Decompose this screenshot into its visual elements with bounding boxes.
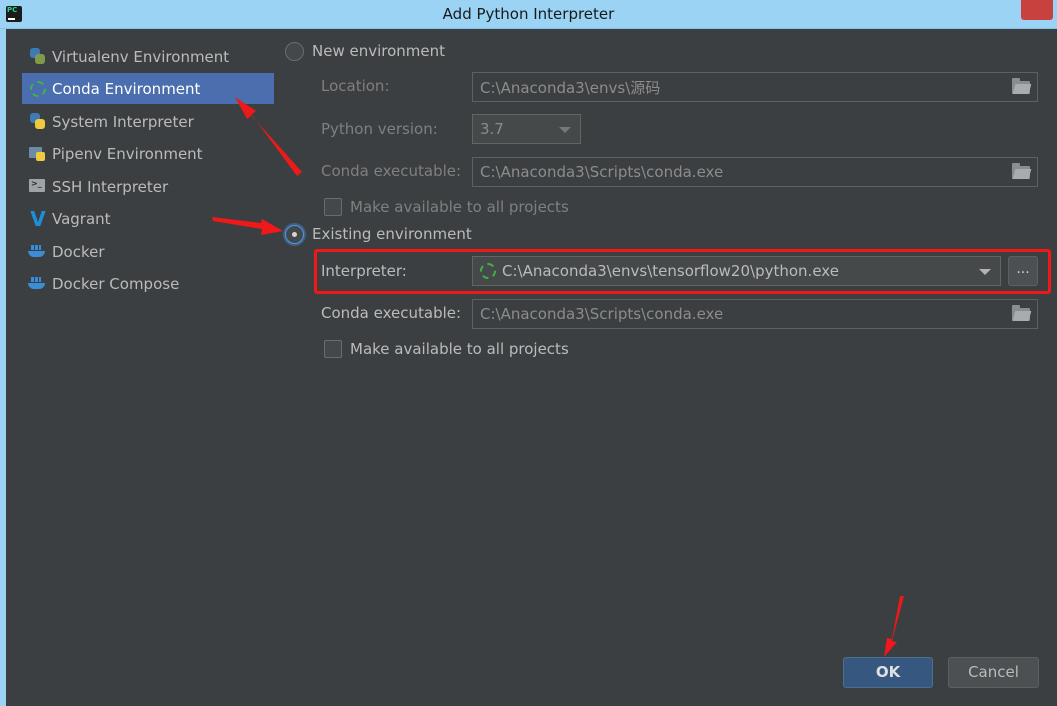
sidebar-item-label: Docker Compose (52, 274, 180, 293)
location-field[interactable]: C:\Anaconda3\envs\源码 (472, 72, 1038, 102)
make-available-checkbox[interactable] (324, 340, 342, 358)
folder-icon[interactable] (1012, 78, 1030, 94)
sidebar-item-system-interpreter[interactable]: System Interpreter (22, 106, 274, 137)
python-icon (28, 112, 48, 132)
sidebar-item-docker[interactable]: Docker (22, 236, 274, 267)
interpreter-type-list: Virtualenv Environment Conda Environment… (6, 29, 276, 706)
cancel-button[interactable]: Cancel (948, 657, 1039, 688)
sidebar-item-label: Vagrant (52, 209, 111, 228)
interpreter-label: Interpreter: (321, 262, 407, 280)
existing-environment-label: Existing environment (312, 225, 472, 243)
window-title: Add Python Interpreter (442, 5, 615, 23)
title-bar: Add Python Interpreter (0, 0, 1057, 29)
sidebar-item-virtualenv[interactable]: Virtualenv Environment (22, 41, 274, 72)
folder-icon[interactable] (1012, 305, 1030, 321)
pipenv-icon (28, 144, 48, 164)
new-environment-label: New environment (312, 42, 446, 60)
sidebar-item-vagrant[interactable]: V Vagrant (22, 203, 274, 234)
conda-icon (480, 263, 496, 279)
sidebar-item-label: Pipenv Environment (52, 144, 203, 163)
interpreter-value: C:\Anaconda3\envs\tensorflow20\python.ex… (502, 262, 839, 280)
new-environment-radio[interactable] (285, 42, 304, 61)
conda-executable-value: C:\Anaconda3\Scripts\conda.exe (480, 163, 724, 181)
sidebar-item-conda[interactable]: Conda Environment (22, 73, 274, 104)
existing-environment-radio[interactable] (285, 225, 304, 244)
folder-icon[interactable] (1012, 163, 1030, 179)
location-label: Location: (321, 77, 390, 95)
docker-icon (28, 242, 48, 262)
chevron-down-icon (559, 127, 571, 133)
conda-executable-value: C:\Anaconda3\Scripts\conda.exe (480, 305, 724, 323)
conda-executable-field[interactable]: C:\Anaconda3\Scripts\conda.exe (472, 157, 1038, 187)
browse-interpreter-button[interactable]: ... (1008, 256, 1038, 286)
sidebar-item-ssh[interactable]: SSH Interpreter (22, 171, 274, 202)
sidebar-item-label: Virtualenv Environment (52, 47, 230, 66)
sidebar-item-pipenv[interactable]: Pipenv Environment (22, 138, 274, 169)
interpreter-settings-panel: New environment Location: C:\Anaconda3\e… (276, 29, 1057, 706)
location-value: C:\Anaconda3\envs\源码 (480, 78, 661, 97)
make-available-label: Make available to all projects (350, 340, 569, 358)
python-version-select[interactable]: 3.7 (472, 114, 581, 144)
conda-executable-label: Conda executable: (321, 304, 462, 322)
sidebar-item-docker-compose[interactable]: Docker Compose (22, 268, 274, 299)
sidebar-item-label: Conda Environment (52, 79, 201, 98)
python-version-label: Python version: (321, 120, 438, 138)
vagrant-icon: V (30, 206, 46, 231)
sidebar-item-label: System Interpreter (52, 112, 194, 131)
window-close-button[interactable] (1021, 0, 1053, 20)
conda-icon (28, 79, 48, 99)
interpreter-select[interactable]: C:\Anaconda3\envs\tensorflow20\python.ex… (472, 256, 1001, 286)
ok-button[interactable]: OK (843, 657, 933, 688)
make-available-label: Make available to all projects (350, 198, 569, 216)
conda-executable-field[interactable]: C:\Anaconda3\Scripts\conda.exe (472, 299, 1038, 329)
make-available-checkbox[interactable] (324, 198, 342, 216)
sidebar-item-label: Docker (52, 242, 105, 261)
docker-compose-icon (28, 274, 48, 294)
virtualenv-icon (28, 47, 48, 67)
python-version-value: 3.7 (480, 120, 504, 138)
sidebar-item-label: SSH Interpreter (52, 177, 169, 196)
conda-executable-label: Conda executable: (321, 162, 462, 180)
ssh-icon (28, 177, 48, 197)
chevron-down-icon (979, 269, 991, 275)
